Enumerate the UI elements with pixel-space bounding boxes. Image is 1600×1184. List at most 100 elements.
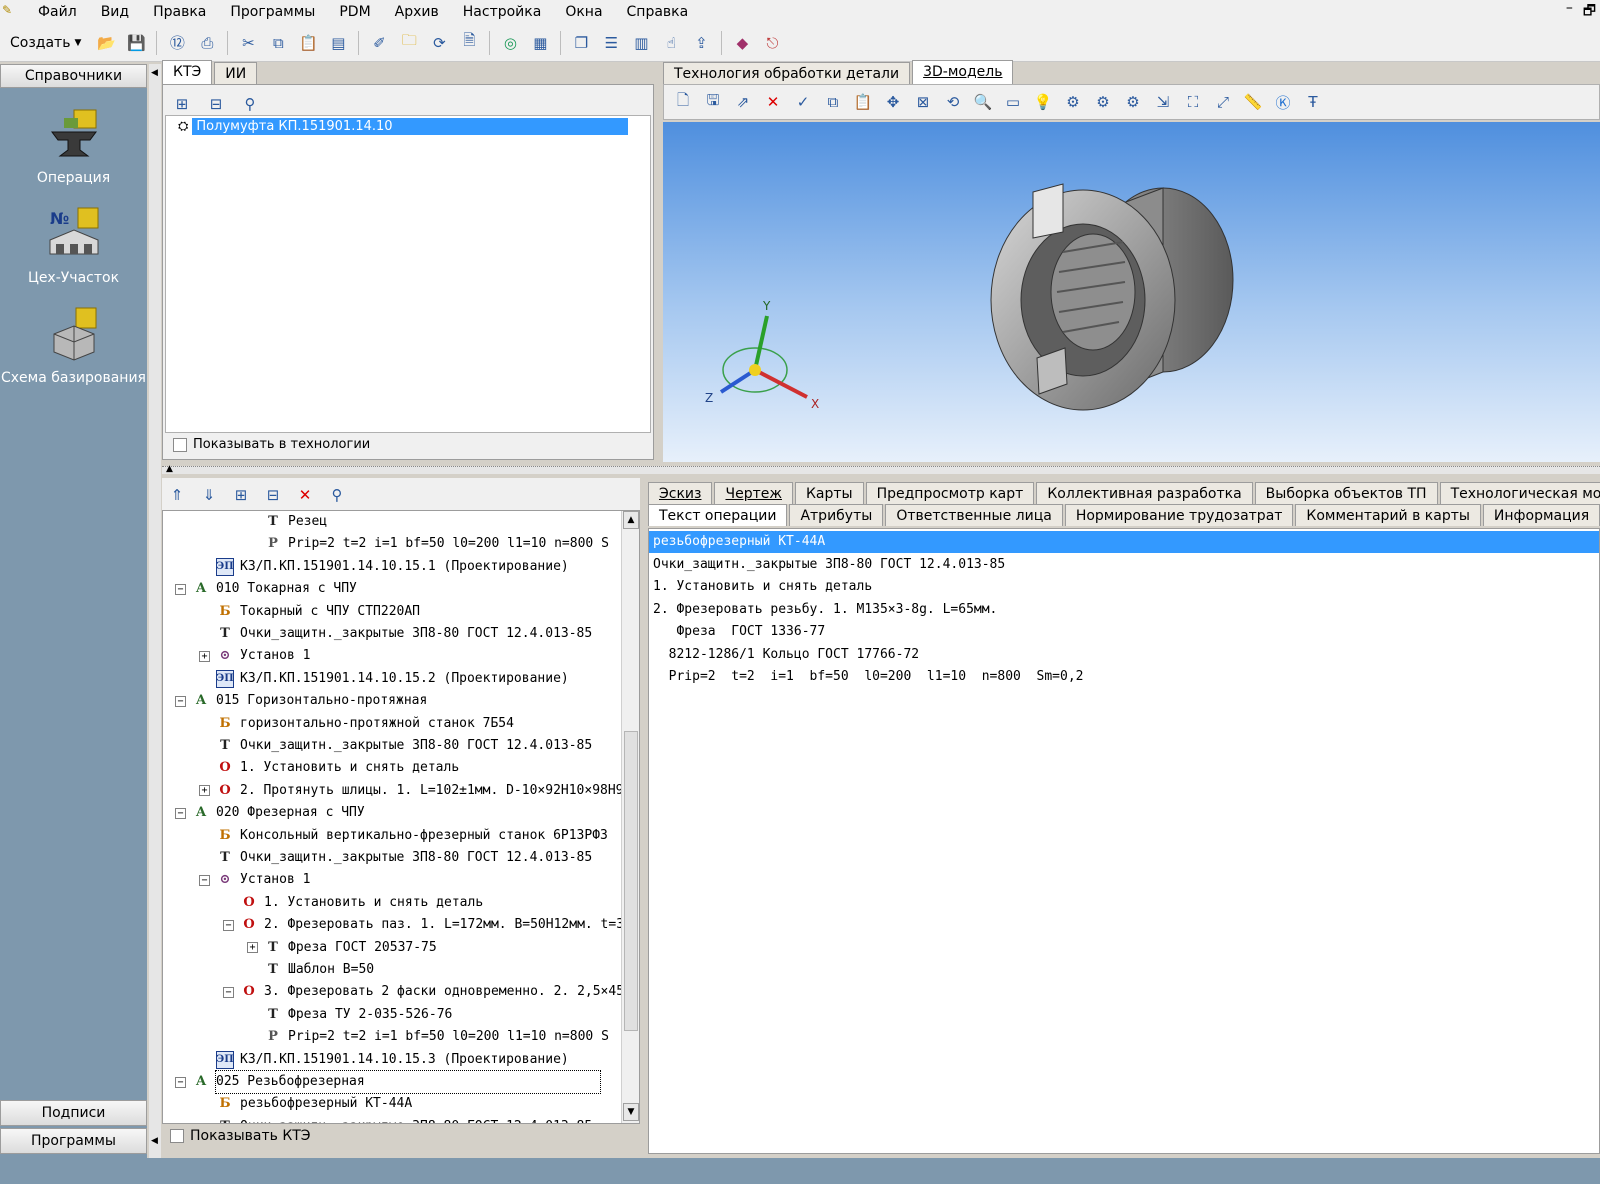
copy-icon[interactable]: ⧉ (820, 89, 846, 115)
paste-icon[interactable]: 📋 (850, 89, 876, 115)
tree-row[interactable]: T Очки_защитн._закрытые ЗП8-80 ГОСТ 12.4.… (199, 623, 592, 645)
scroll-thumb[interactable] (624, 731, 638, 1031)
paste-icon[interactable]: 📋 (295, 30, 321, 56)
tree-row[interactable]: T Очки_защитн._закрытые ЗП8-80 ГОСТ 12.4.… (199, 1116, 592, 1123)
tree-row[interactable]: − A 025 Резьбофрезерная (175, 1070, 601, 1094)
print-icon[interactable]: ⎙ (194, 30, 220, 56)
archive-icon[interactable]: ▦ (527, 30, 553, 56)
minimize-button[interactable]: – (1566, 0, 1573, 24)
copy-icon[interactable]: ⧉ (265, 30, 291, 56)
sidebar-signatures-button[interactable]: Подписи (0, 1100, 147, 1126)
collapse-icon[interactable]: − (175, 695, 186, 707)
tree-row[interactable]: Бгоризонтально-протяжной станок 7Б54 (199, 713, 514, 735)
collapse-icon[interactable]: − (175, 1076, 186, 1088)
show-in-tech-checkbox[interactable]: Показывать в технологии (173, 437, 370, 452)
sidebar-item-operation[interactable]: Операция (0, 104, 147, 186)
ruler-icon[interactable]: 📏 (1240, 89, 1266, 115)
collapse-icon[interactable]: − (223, 986, 234, 998)
tab-bottom-tabs-row2-2[interactable]: Ответственные лица (885, 504, 1063, 526)
tree-row[interactable]: − A 015 Горизонтально-протяжная (175, 690, 427, 712)
save-model-icon[interactable]: 🖫 (700, 89, 726, 115)
tree-row[interactable]: + O 2. Протянуть шлицы. 1. L=102±1мм. D-10… (199, 780, 621, 802)
upload-icon[interactable]: ⇪ (688, 30, 714, 56)
sidebar-item-basing-scheme[interactable]: Схема базирования (0, 304, 147, 386)
tree-row[interactable]: − A 010 Токарная с ЧПУ (175, 578, 357, 600)
window-horizontal-icon[interactable]: ☰ (598, 30, 624, 56)
light-bulb-icon[interactable]: 💡 (1030, 89, 1056, 115)
sidebar-collapse-bar[interactable]: ◀ ◀ (149, 64, 161, 1184)
tree-row[interactable]: P Prip=2 t=2 i=1 bf=50 l0=200 l1=10 n=800… (247, 533, 609, 555)
delete-icon[interactable]: ✕ (760, 89, 786, 115)
tab-bottom-tabs-row1-6[interactable]: Технологическая модель (1439, 482, 1600, 504)
collapse-icon[interactable]: − (175, 807, 186, 819)
tab-bottom-tabs-row1-1[interactable]: Чертеж (714, 482, 793, 504)
eraser-icon[interactable]: ◆ (729, 30, 755, 56)
text-tool-icon[interactable]: Ŧ (1300, 89, 1326, 115)
collapse-icon[interactable]: − (199, 874, 210, 886)
edit-icon[interactable]: ✐ (366, 30, 392, 56)
paste-special-icon[interactable]: ▤ (325, 30, 351, 56)
document-icon[interactable]: 🗎 (456, 30, 482, 56)
collapse-icon[interactable]: − (175, 583, 186, 595)
refresh-icon[interactable]: ⟳ (426, 30, 452, 56)
tab-3d-model[interactable]: 3D-модель (912, 60, 1014, 84)
expand-icon[interactable]: + (199, 650, 210, 662)
tree-row[interactable]: Брезьбофрезерный КТ-44А (199, 1093, 412, 1115)
tree-expand-icon[interactable]: ⊞ (228, 482, 254, 508)
menu-item-2[interactable]: Правка (141, 0, 218, 24)
tree-row[interactable]: ЭП КЗ/П.КП.151901.14.10.15.1 (Проектирова… (199, 556, 569, 578)
move-down-icon[interactable]: ⇓ (196, 482, 222, 508)
tree-row[interactable]: ЭП КЗ/П.КП.151901.14.10.15.2 (Проектирова… (199, 668, 569, 690)
menu-item-5[interactable]: Архив (383, 0, 451, 24)
tree-row[interactable]: + ⊙ Установ 1 (199, 645, 310, 667)
tree-row[interactable]: O 1. Установить и снять деталь (199, 757, 459, 779)
tree-row[interactable]: T Шаблон B=50 (247, 959, 374, 981)
sidebar-programs-button[interactable]: Программы (0, 1128, 147, 1154)
scroll-down-icon[interactable]: ▼ (623, 1103, 639, 1121)
tree-row[interactable]: − O 3. Фрезеровать 2 фаски одновременно. 2… (223, 981, 621, 1003)
screen-icon[interactable]: ▭ (1000, 89, 1026, 115)
tree-row[interactable]: − A 020 Фрезерная с ЧПУ (175, 802, 365, 824)
tab-kte[interactable]: КТЭ (162, 60, 213, 84)
delete-node-icon[interactable]: ✕ (292, 482, 318, 508)
tab-bottom-tabs-row1-3[interactable]: Предпросмотр карт (865, 482, 1035, 504)
tree-scrollbar[interactable]: ▲ ▼ (621, 511, 639, 1123)
export-icon[interactable]: ⇗ (730, 89, 756, 115)
gear-link-icon[interactable]: ⚙ (1060, 89, 1086, 115)
scroll-up-icon[interactable]: ▲ (623, 511, 639, 529)
menu-item-4[interactable]: PDM (327, 0, 382, 24)
op-header[interactable]: резьбофрезерный КТ-44А (649, 531, 1599, 553)
tree-row[interactable]: P Prip=2 t=2 i=1 bf=50 l0=200 l1=10 n=800… (247, 1026, 609, 1048)
window-vertical-icon[interactable]: ▥ (628, 30, 654, 56)
zoom-icon[interactable]: 🔍 (970, 89, 996, 115)
tree-row[interactable]: O 1. Установить и снять деталь (223, 892, 483, 914)
tab-bottom-tabs-row1-2[interactable]: Карты (794, 482, 864, 504)
collapse-icon[interactable]: − (223, 919, 234, 931)
new-document-icon[interactable]: 🗋 (670, 89, 696, 115)
tree-row[interactable]: Б Токарный с ЧПУ СТП220АП (199, 601, 420, 623)
exit-icon[interactable]: ⎋ (759, 30, 785, 56)
fit-frame-icon[interactable]: ⛶ (1180, 89, 1206, 115)
rotate-icon[interactable]: ⟲ (940, 89, 966, 115)
menu-item-7[interactable]: Окна (553, 0, 614, 24)
sidebar-header[interactable]: Справочники (0, 64, 147, 88)
kte-root-item[interactable]: ⛭ Полумуфта КП.151901.14.10 (178, 118, 629, 135)
window-cascade-icon[interactable]: ❐ (568, 30, 594, 56)
gear-settings-icon[interactable]: ⚙ (1120, 89, 1146, 115)
tree-row[interactable]: T Фреза ТУ 2-035-526-76 (247, 1004, 452, 1026)
tree-collapse-icon[interactable]: ⊟ (260, 482, 286, 508)
tab-bottom-tabs-row2-1[interactable]: Атрибуты (789, 504, 884, 526)
move-up-icon[interactable]: ⇑ (164, 482, 190, 508)
tree-row[interactable]: Б Консольный вертикально-фрезерный станок… (199, 825, 607, 847)
check-icon[interactable]: ✓ (790, 89, 816, 115)
tab-bottom-tabs-row2-5[interactable]: Информация (1482, 504, 1600, 526)
expand-icon[interactable]: + (247, 942, 258, 954)
tab-bottom-tabs-row1-5[interactable]: Выборка объектов ТП (1254, 482, 1438, 504)
tab-bottom-tabs-row2-3[interactable]: Нормирование трудозатрат (1064, 504, 1294, 526)
filter-icon[interactable]: ⚲ (324, 482, 350, 508)
tab-bottom-tabs-row2-0[interactable]: Текст операции (648, 504, 788, 526)
menu-item-8[interactable]: Справка (615, 0, 701, 24)
hand-icon[interactable]: ☝ (658, 30, 684, 56)
tab-bottom-tabs-row1-0[interactable]: Эскиз (648, 482, 713, 504)
tree-row[interactable]: − ⊙ Установ 1 (199, 869, 310, 891)
